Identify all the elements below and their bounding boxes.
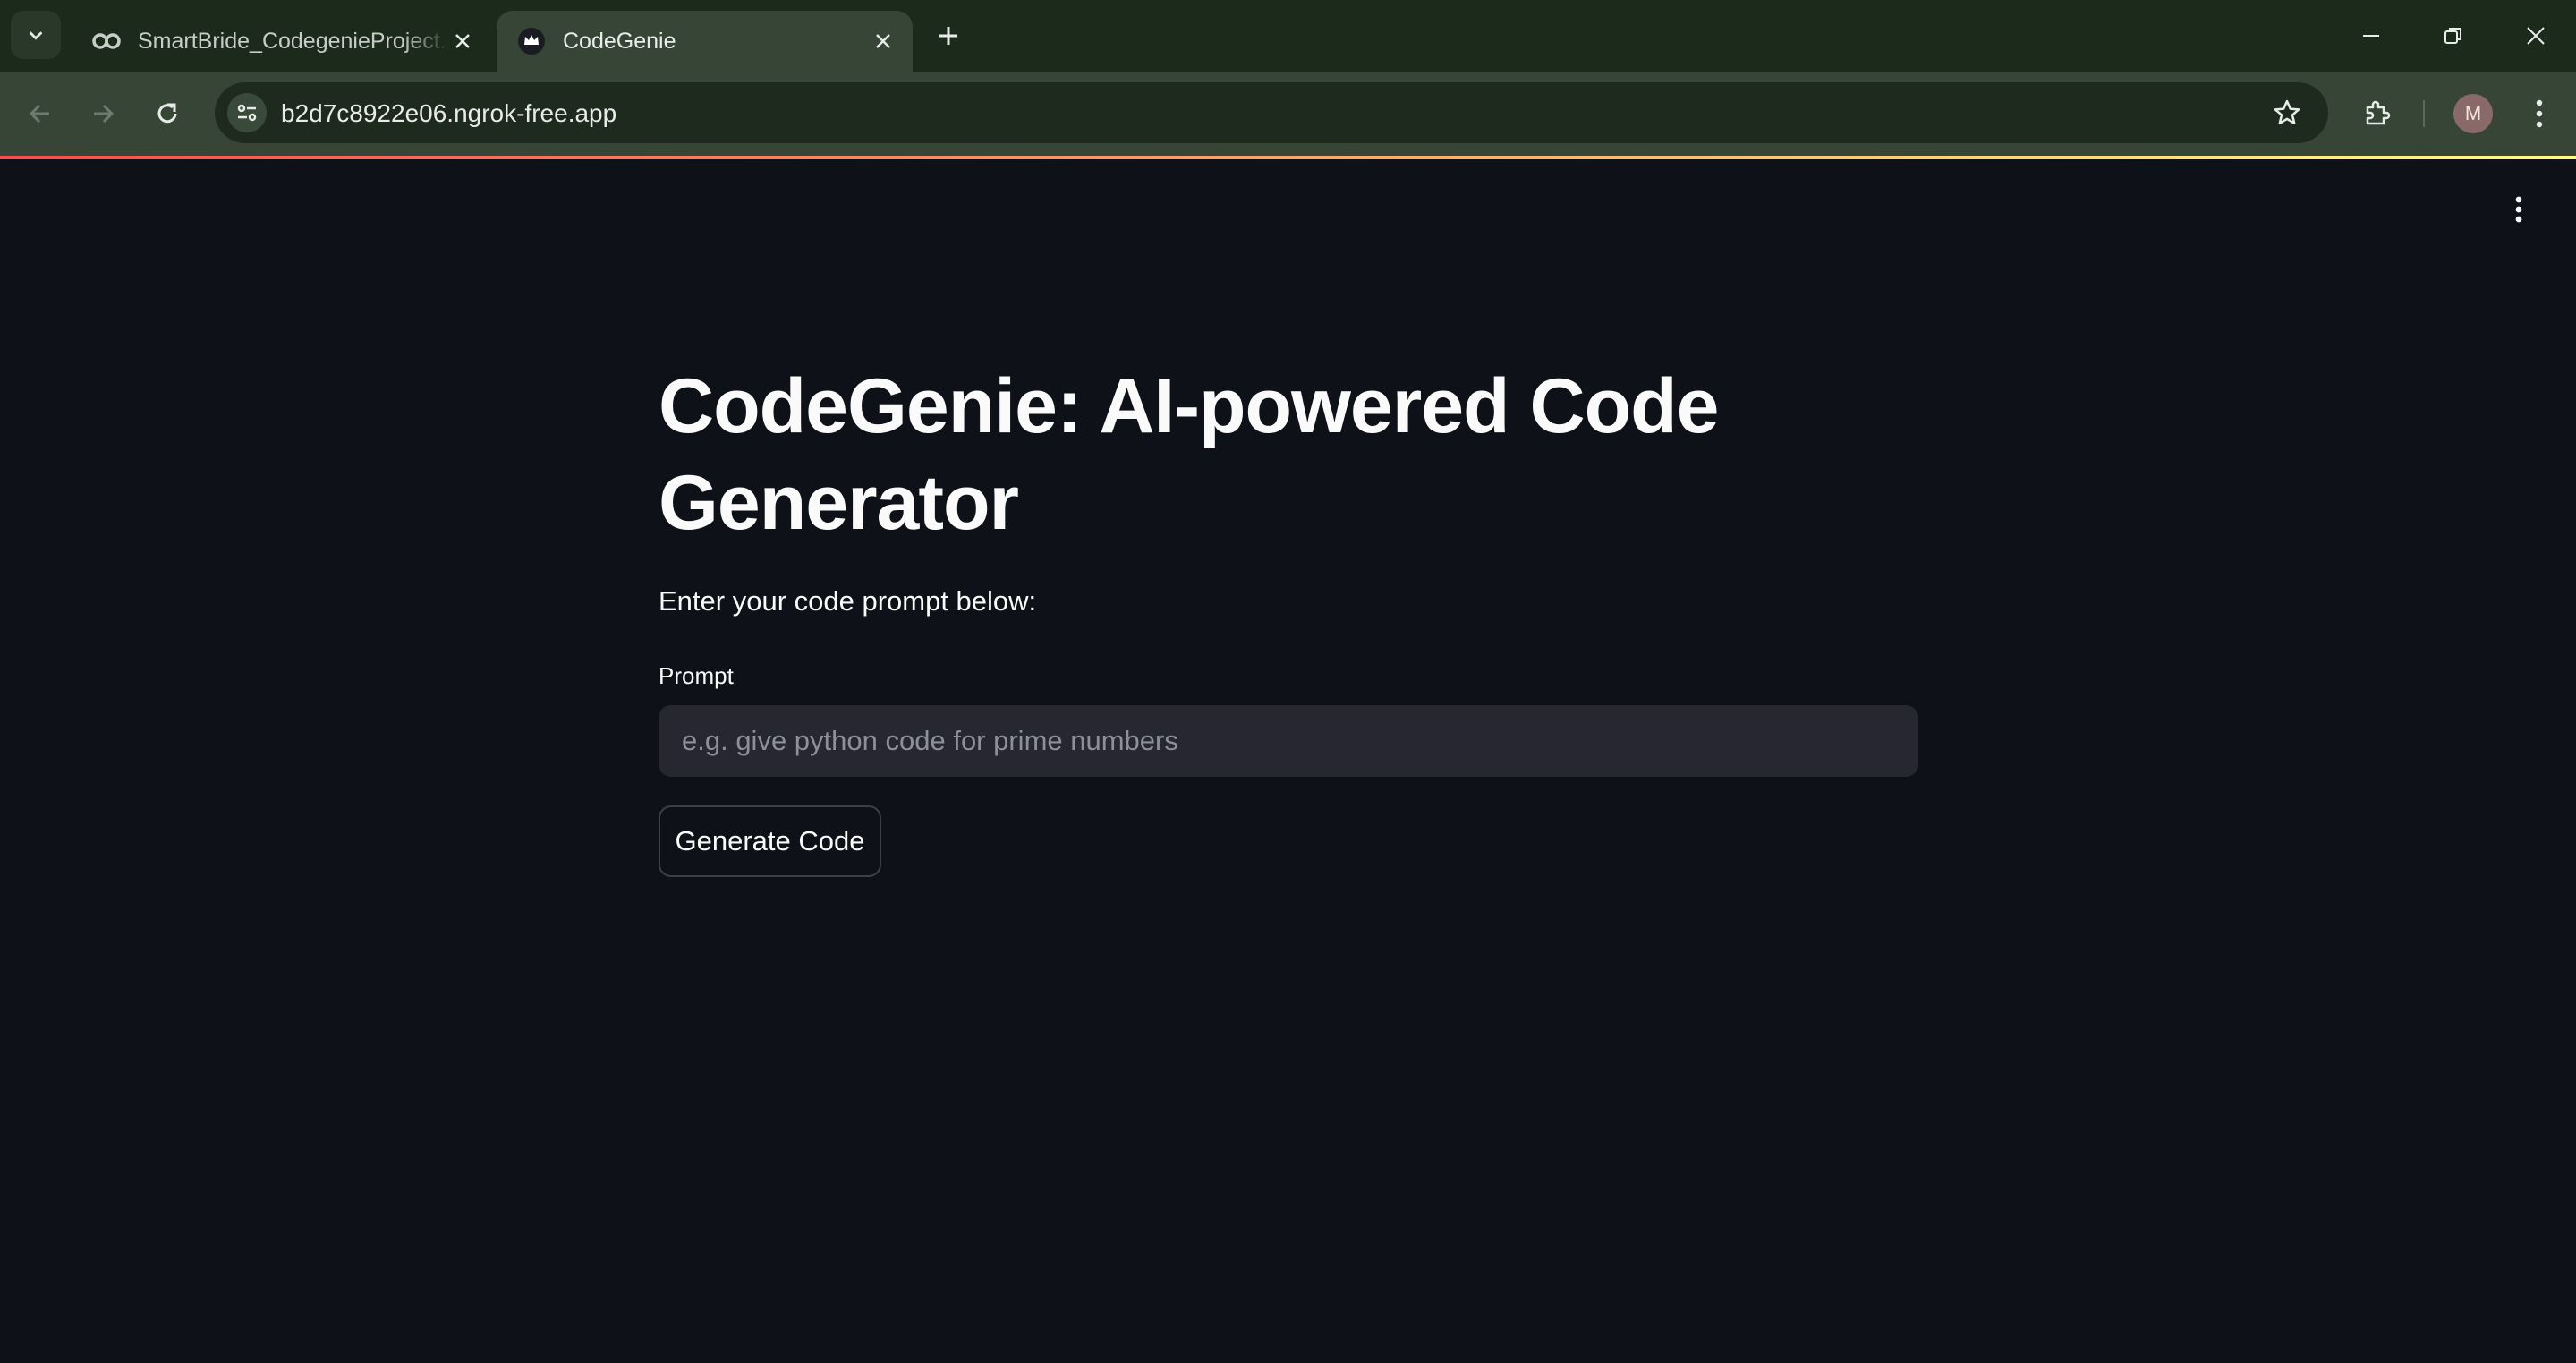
minimize-icon bbox=[2363, 35, 2379, 37]
reload-button[interactable] bbox=[145, 91, 190, 136]
prompt-label: Prompt bbox=[659, 662, 734, 689]
plus-icon bbox=[939, 27, 957, 45]
bookmark-star-icon[interactable] bbox=[2271, 97, 2303, 129]
arrow-right-icon bbox=[94, 104, 115, 124]
back-button[interactable] bbox=[18, 91, 63, 136]
tab-colab-notebook[interactable]: SmartBride_CodegenieProject.ipynb bbox=[72, 11, 492, 72]
site-info-icon[interactable] bbox=[227, 93, 267, 132]
tab-search-button[interactable] bbox=[11, 11, 61, 59]
kebab-menu-icon bbox=[2536, 99, 2543, 128]
close-icon bbox=[2527, 27, 2545, 45]
address-bar[interactable]: b2d7c8922e06.ngrok-free.app bbox=[215, 82, 2328, 143]
prompt-input[interactable] bbox=[659, 705, 1918, 777]
restore-icon bbox=[2444, 28, 2461, 44]
toolbar-divider bbox=[2423, 100, 2425, 127]
app-main-menu-button[interactable] bbox=[2505, 192, 2532, 227]
minimize-button[interactable] bbox=[2344, 13, 2398, 59]
puzzle-icon bbox=[2366, 100, 2391, 125]
url-text: b2d7c8922e06.ngrok-free.app bbox=[281, 99, 617, 127]
tab-title: SmartBride_CodegenieProject.ipynb bbox=[138, 28, 449, 54]
tab-title: CodeGenie bbox=[563, 28, 676, 54]
browser-tab-strip: SmartBride_CodegenieProject.ipynb CodeGe… bbox=[0, 0, 2576, 72]
page-subtitle: Enter your code prompt below: bbox=[659, 585, 1037, 617]
browser-toolbar: b2d7c8922e06.ngrok-free.app M bbox=[0, 72, 2576, 156]
profile-avatar[interactable]: M bbox=[2453, 94, 2493, 133]
browser-menu-button[interactable] bbox=[2521, 91, 2557, 136]
reload-icon bbox=[157, 103, 177, 124]
close-icon[interactable] bbox=[449, 28, 476, 55]
generate-code-button[interactable]: Generate Code bbox=[659, 805, 881, 877]
streamlit-crown-icon bbox=[516, 26, 547, 56]
tab-codegenie[interactable]: CodeGenie bbox=[497, 11, 913, 72]
forward-button[interactable] bbox=[81, 91, 125, 136]
arrow-left-icon bbox=[29, 104, 49, 124]
page-title: CodeGenie: AI-powered Code Generator bbox=[659, 363, 1719, 546]
extensions-button[interactable] bbox=[2355, 91, 2400, 136]
close-window-button[interactable] bbox=[2509, 13, 2563, 59]
close-icon[interactable] bbox=[870, 28, 897, 55]
chevron-down-icon bbox=[29, 31, 43, 40]
colab-icon bbox=[91, 26, 122, 56]
app-header-decoration bbox=[0, 156, 2576, 159]
kebab-menu-icon bbox=[2515, 196, 2522, 223]
new-tab-button[interactable] bbox=[931, 18, 966, 54]
restore-button[interactable] bbox=[2427, 13, 2480, 59]
